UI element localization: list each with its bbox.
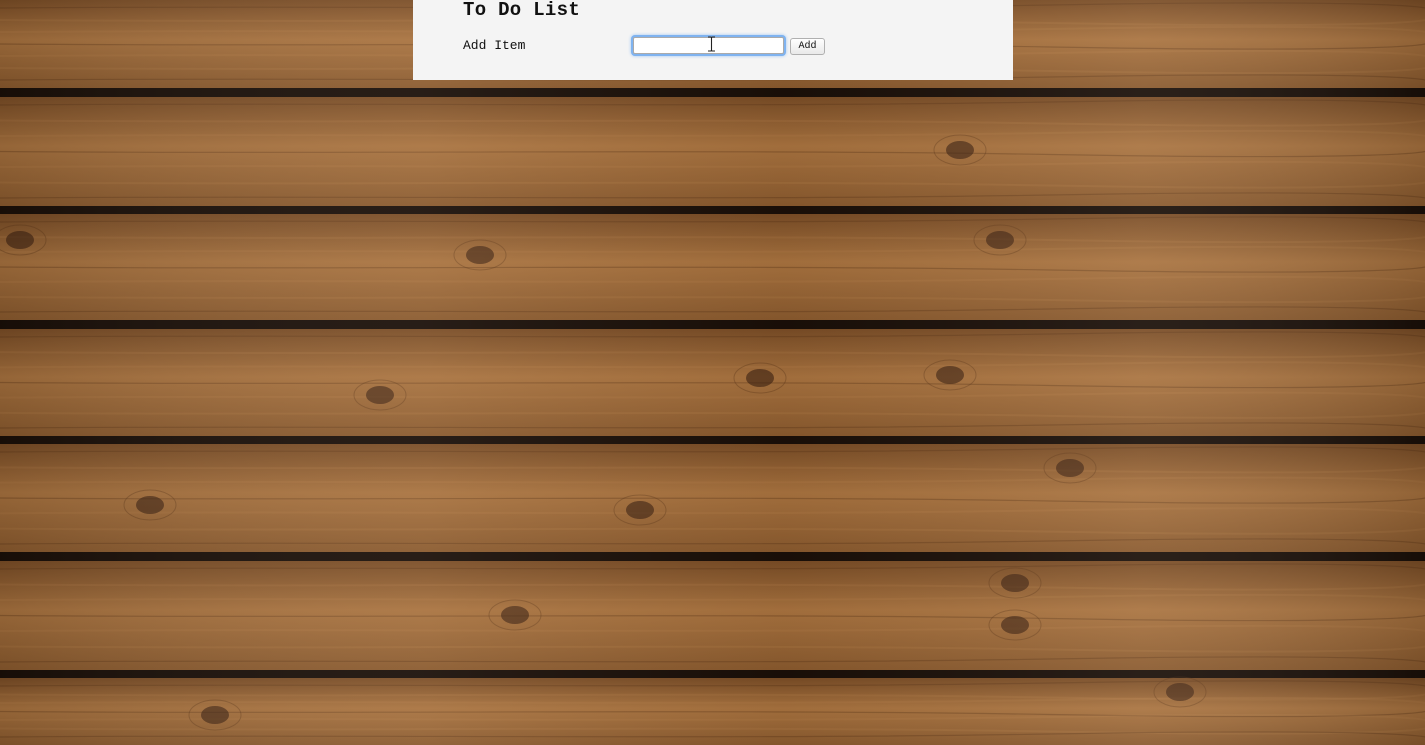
page-title: To Do List — [463, 0, 581, 21]
add-item-label: Add Item — [463, 38, 526, 53]
wood-plank-background — [0, 0, 1425, 745]
add-button[interactable]: Add — [790, 38, 825, 55]
todo-panel: To Do List Add Item Add — [413, 0, 1013, 80]
add-item-input[interactable] — [633, 37, 784, 54]
